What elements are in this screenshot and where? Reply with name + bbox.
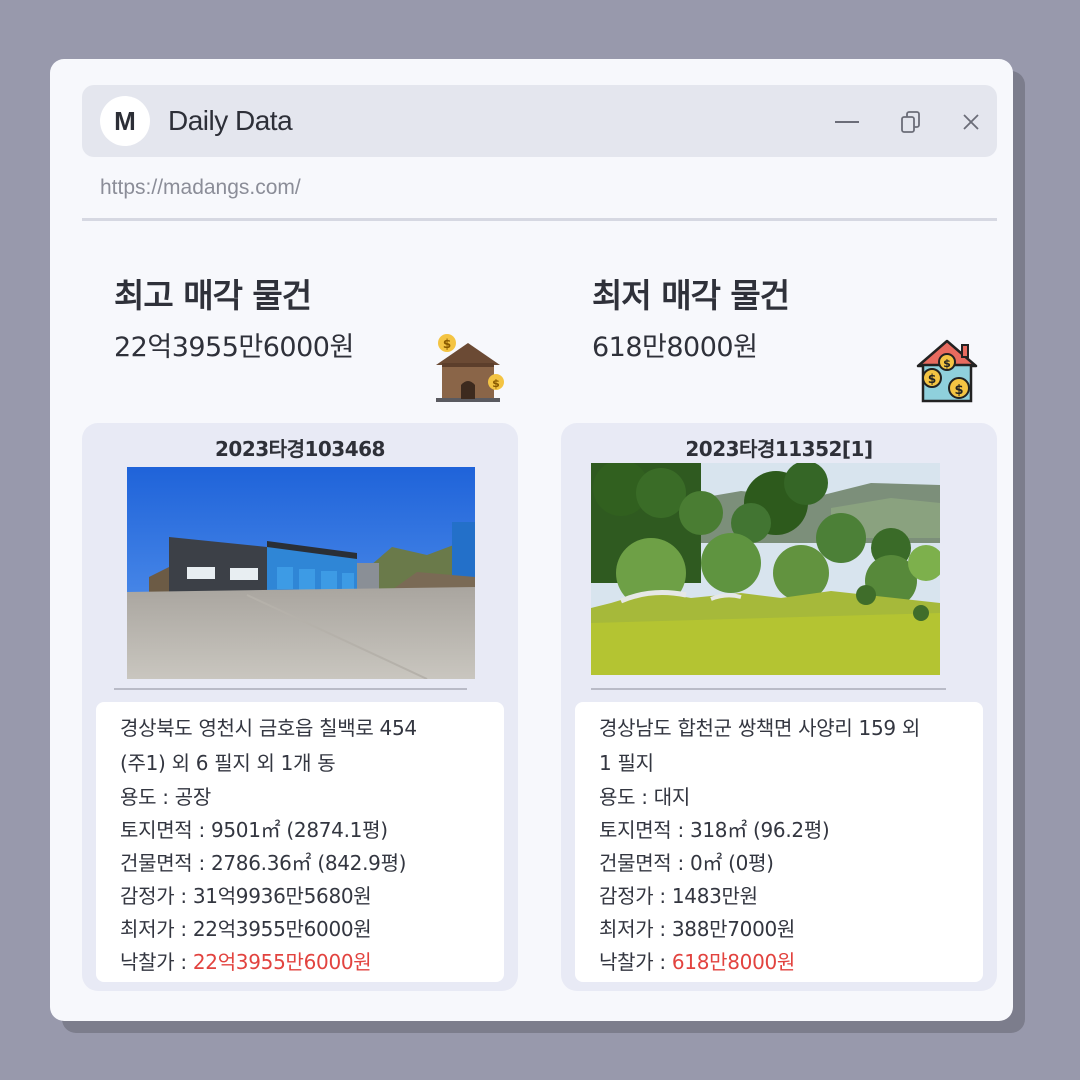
- house-money-icon: $ $: [432, 331, 504, 409]
- minimize-button[interactable]: [832, 107, 862, 137]
- property-info: 경상남도 합천군 쌍책면 사양리 159 외 1 필지 용도 : 대지 토지면적…: [575, 702, 983, 982]
- minimize-icon: [835, 121, 859, 123]
- svg-text:$: $: [928, 372, 936, 386]
- restore-button[interactable]: [896, 107, 926, 137]
- house-coins-icon: $ $ $: [916, 338, 978, 408]
- appraisal-text: 감정가 : 31억9936만5680원: [120, 884, 372, 908]
- property-info: 경상북도 영천시 금호읍 칠백로 454 (주1) 외 6 필지 외 1개 동 …: [96, 702, 504, 982]
- minimum-price-text: 최저가 : 388만7000원: [599, 917, 796, 941]
- highest-property-card[interactable]: 2023타경103468 경상북도 영천시 금호읍 칠백로 454 (주1) 외…: [82, 423, 518, 991]
- copy-window-icon: [901, 111, 920, 133]
- app-window: M Daily Data https://madangs.com/ 최고 매각 …: [50, 59, 1013, 1021]
- address-line: 1 필지: [599, 751, 654, 775]
- land-photo: [591, 463, 940, 675]
- header-divider: [82, 218, 997, 221]
- highest-price: 22억3955만6000원: [114, 332, 354, 363]
- usage-text: 용도 : 공장: [120, 785, 211, 809]
- title-bar: M Daily Data: [82, 85, 997, 157]
- case-number: 2023타경11352[1]: [685, 437, 873, 461]
- land-area-text: 토지면적 : 9501㎡ (2874.1평): [120, 818, 388, 842]
- winning-bid-value: 22억3955만6000원: [192, 950, 372, 974]
- url-text[interactable]: https://madangs.com/: [100, 176, 301, 200]
- winning-bid-label: 낙찰가 :: [599, 950, 672, 974]
- usage-text: 용도 : 대지: [599, 785, 690, 809]
- case-number: 2023타경103468: [215, 437, 385, 461]
- building-area-text: 건물면적 : 0㎡ (0평): [599, 851, 774, 875]
- factory-photo: [127, 467, 475, 679]
- building-area-text: 건물면적 : 2786.36㎡ (842.9평): [120, 851, 407, 875]
- winning-bid-value: 618만8000원: [671, 950, 796, 974]
- lowest-property-card[interactable]: 2023타경11352[1] 경상남도 합천군 쌍책면 사양리 159 외 1 …: [561, 423, 997, 991]
- svg-text:$: $: [954, 383, 963, 398]
- svg-text:$: $: [443, 337, 451, 351]
- app-title: Daily Data: [168, 105, 293, 136]
- lowest-price: 618만8000원: [592, 332, 758, 363]
- close-button[interactable]: [956, 107, 986, 137]
- close-icon: [963, 114, 979, 130]
- land-area-text: 토지면적 : 318㎡ (96.2평): [599, 818, 830, 842]
- svg-text:$: $: [943, 357, 951, 370]
- lowest-title: 최저 매각 물건: [592, 276, 790, 315]
- winning-bid-label: 낙찰가 :: [120, 950, 193, 974]
- minimum-price-text: 최저가 : 22억3955만6000원: [120, 917, 372, 941]
- winning-bid-text: 낙찰가 : 618만8000원: [599, 946, 795, 975]
- address-line: 경상남도 합천군 쌍책면 사양리 159 외: [599, 716, 920, 740]
- winning-bid-text: 낙찰가 : 22억3955만6000원: [120, 946, 372, 975]
- highest-title: 최고 매각 물건: [114, 276, 312, 315]
- address-line: (주1) 외 6 필지 외 1개 동: [120, 751, 336, 775]
- address-line: 경상북도 영천시 금호읍 칠백로 454: [120, 716, 417, 740]
- card-divider: [114, 688, 467, 690]
- appraisal-text: 감정가 : 1483만원: [599, 884, 758, 908]
- app-logo: M: [100, 96, 150, 146]
- card-divider: [591, 688, 946, 690]
- svg-text:$: $: [492, 377, 500, 390]
